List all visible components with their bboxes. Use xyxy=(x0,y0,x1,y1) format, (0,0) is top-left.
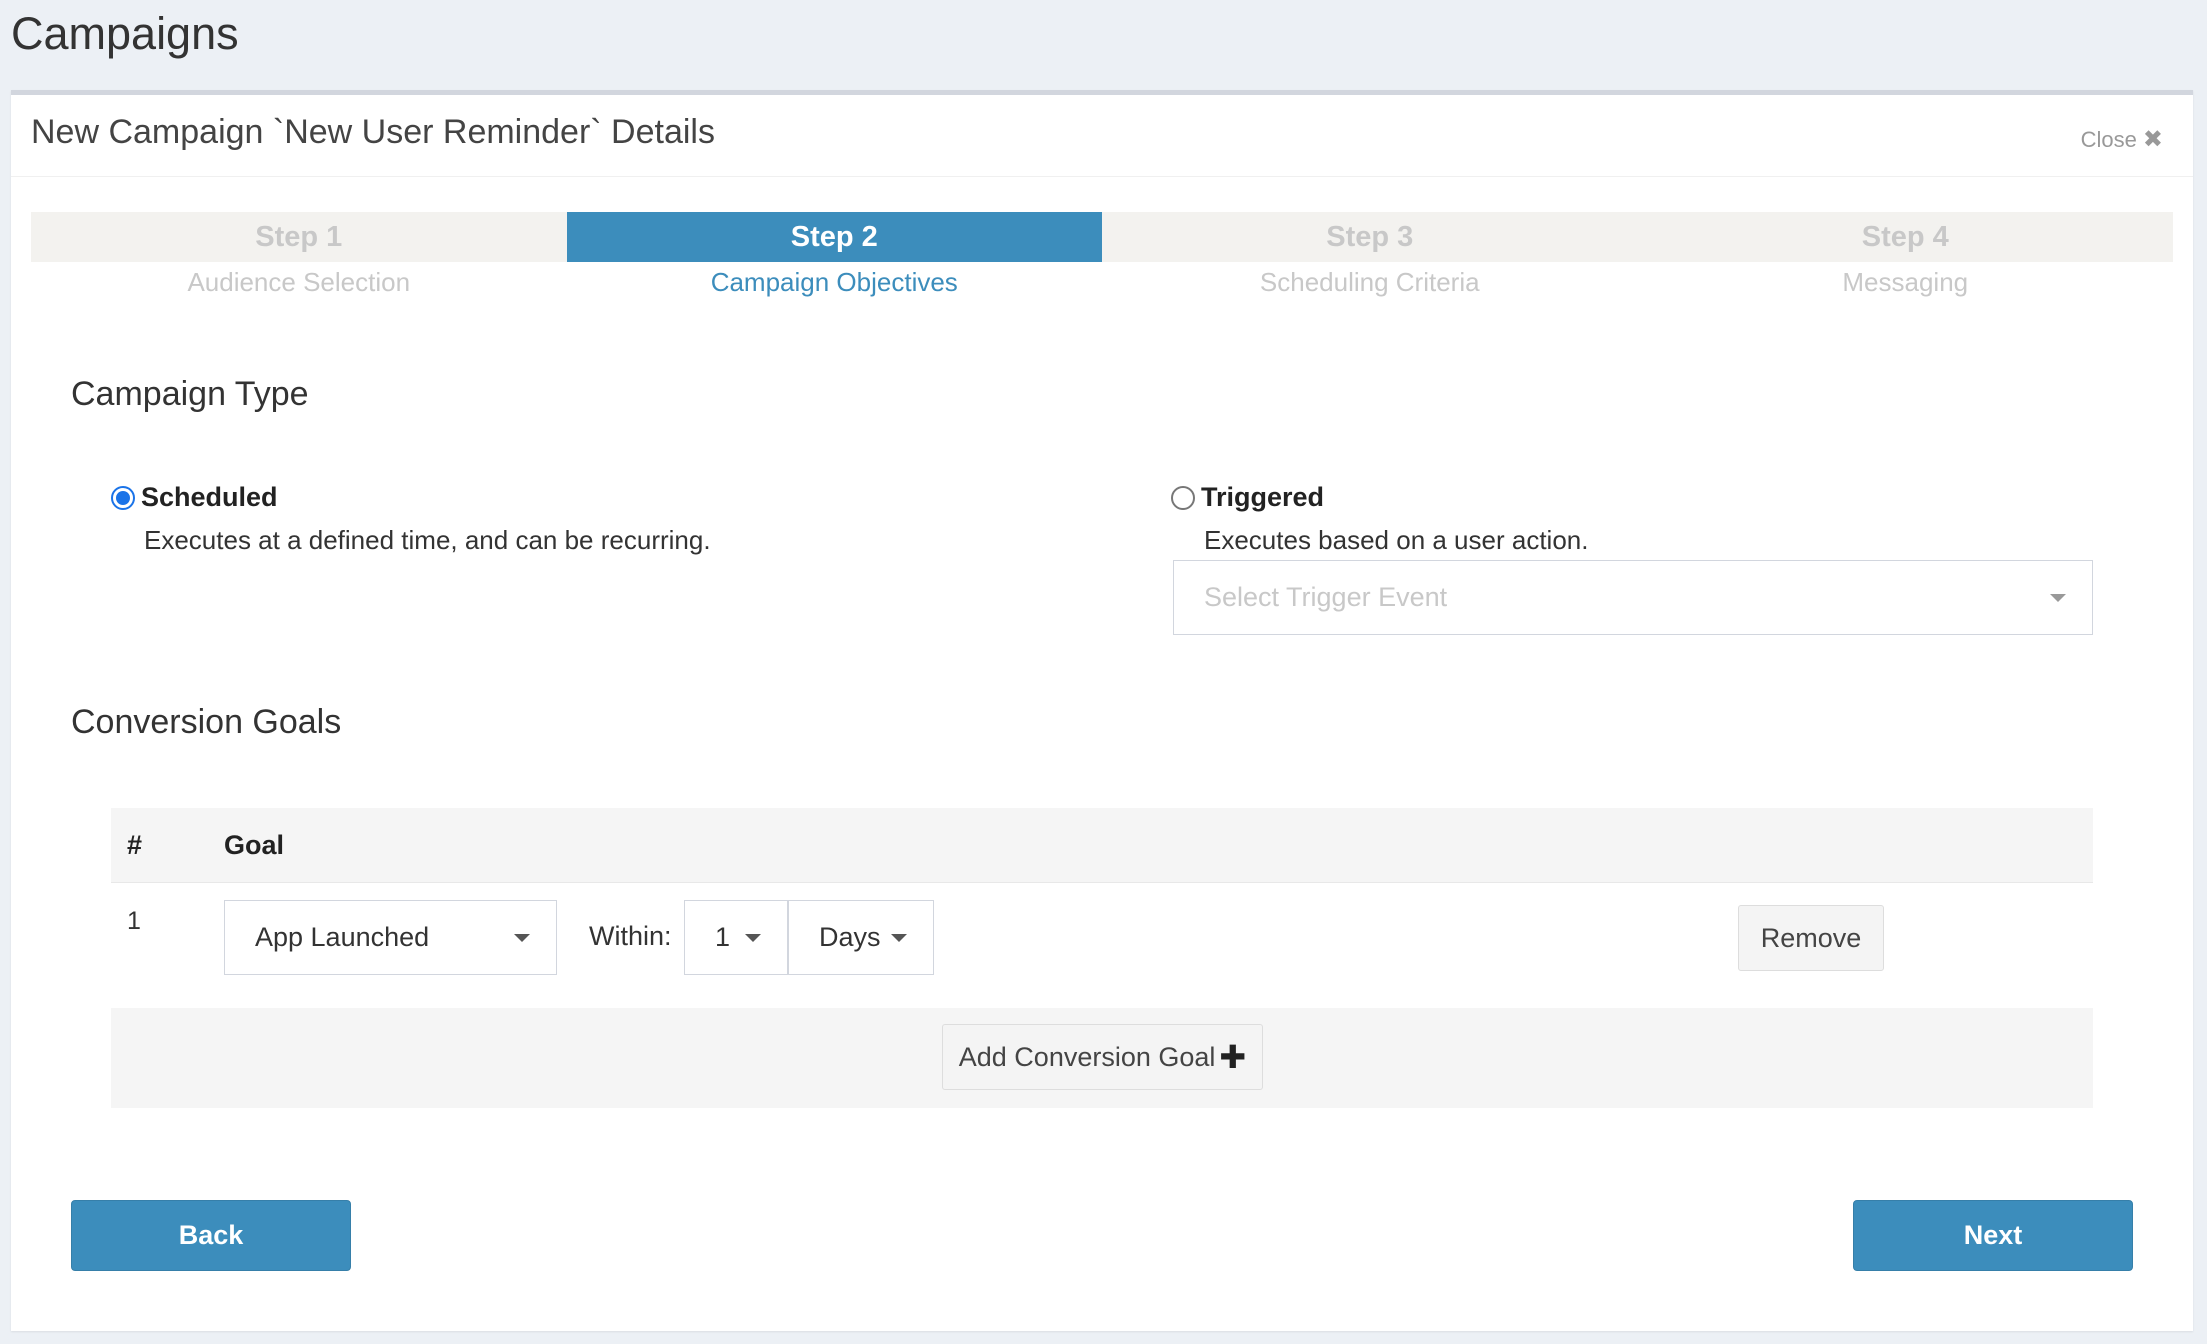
step-4[interactable]: Step 4 Messaging xyxy=(1637,212,2173,297)
triggered-option[interactable]: Triggered xyxy=(1171,482,1324,513)
goal-value: App Launched xyxy=(255,922,430,952)
trigger-event-select[interactable]: Select Trigger Event xyxy=(1173,560,2093,635)
chevron-down-icon xyxy=(514,933,530,942)
within-value-select[interactable]: 1 xyxy=(684,900,788,975)
close-icon: ✖ xyxy=(2142,126,2163,153)
campaign-panel: New Campaign `New User Reminder` Details… xyxy=(11,90,2193,1331)
back-button[interactable]: Back xyxy=(71,1200,351,1271)
chevron-down-icon xyxy=(891,933,907,942)
step-label: Messaging xyxy=(1842,267,1969,297)
wizard-steps: Step 1 Audience Selection Step 2 Campaig… xyxy=(31,212,2173,297)
close-label: Close xyxy=(2080,126,2137,152)
step-1[interactable]: Step 1 Audience Selection xyxy=(31,212,567,297)
header-goal: Goal xyxy=(224,830,285,860)
chevron-down-icon xyxy=(2050,593,2066,602)
within-unit: Days xyxy=(819,922,881,952)
step-number: Step 2 xyxy=(790,221,878,253)
table-footer: Add Conversion Goal ✚ xyxy=(111,1008,2093,1108)
remove-goal-button[interactable]: Remove xyxy=(1738,905,1884,971)
within-value: 1 xyxy=(715,922,731,952)
panel-header: New Campaign `New User Reminder` Details… xyxy=(11,95,2193,177)
scheduled-radio[interactable] xyxy=(111,485,135,510)
step-number: Step 4 xyxy=(1861,221,1949,253)
next-button[interactable]: Next xyxy=(1853,1200,2133,1271)
conversion-goals-table: # Goal 1 App Launched Within: 1 Days Rem… xyxy=(111,808,2093,1108)
within-label: Within: xyxy=(589,921,672,951)
step-label: Scheduling Criteria xyxy=(1259,267,1480,297)
header-num: # xyxy=(127,830,143,860)
close-button[interactable]: Close ✖ xyxy=(2081,125,2163,154)
triggered-radio[interactable] xyxy=(1171,485,1195,510)
triggered-description: Executes based on a user action. xyxy=(1204,525,1589,555)
chevron-down-icon xyxy=(745,933,761,942)
add-conversion-goal-label: Add Conversion Goal xyxy=(958,1041,1216,1072)
scheduled-option[interactable]: Scheduled xyxy=(111,482,278,513)
step-label: Campaign Objectives xyxy=(710,267,958,297)
scheduled-description: Executes at a defined time, and can be r… xyxy=(144,525,711,555)
trigger-event-placeholder: Select Trigger Event xyxy=(1204,582,1448,612)
step-label: Audience Selection xyxy=(187,267,411,297)
panel-title: New Campaign `New User Reminder` Details xyxy=(31,113,715,151)
within-unit-select[interactable]: Days xyxy=(788,900,934,975)
conversion-goals-title: Conversion Goals xyxy=(71,703,342,741)
step-number: Step 3 xyxy=(1326,221,1414,253)
goal-number: 1 xyxy=(127,907,141,935)
add-conversion-goal-button[interactable]: Add Conversion Goal ✚ xyxy=(942,1024,1263,1090)
step-2[interactable]: Step 2 Campaign Objectives xyxy=(566,212,1102,297)
triggered-label: Triggered xyxy=(1201,482,1325,512)
goal-select[interactable]: App Launched xyxy=(224,900,557,975)
table-row: 1 App Launched Within: 1 Days Remove xyxy=(111,883,2093,1008)
campaign-type-title: Campaign Type xyxy=(71,375,309,413)
page-title: Campaigns xyxy=(11,8,239,59)
plus-icon: ✚ xyxy=(1219,1039,1247,1075)
scheduled-label: Scheduled xyxy=(141,482,278,512)
step-number: Step 1 xyxy=(255,221,343,253)
table-header: # Goal xyxy=(111,808,2093,883)
step-3[interactable]: Step 3 Scheduling Criteria xyxy=(1102,212,1638,297)
